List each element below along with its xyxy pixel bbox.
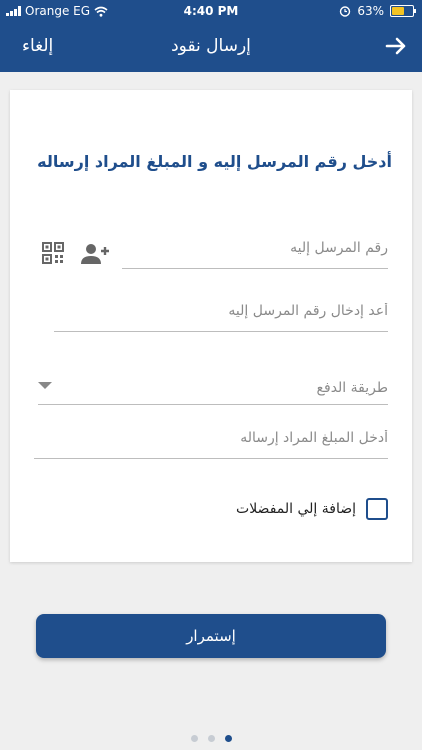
page-indicator: [0, 735, 422, 742]
status-bar: Orange EG 4:40 PM 63%: [0, 0, 422, 22]
dropdown-arrow-icon: [38, 382, 52, 389]
favorite-checkbox[interactable]: [366, 498, 388, 520]
alarm-icon: [340, 6, 351, 17]
confirm-number-input[interactable]: [54, 303, 388, 319]
favorite-label: إضافة إلي المفضلات: [236, 501, 356, 517]
page-dot: [224, 735, 232, 742]
arrow-right-icon[interactable]: [382, 32, 410, 60]
app-bar: إلغاء إرسال نقود: [0, 22, 422, 72]
transfer-form-card: أدخل رقم المرسل إليه و المبلغ المراد إرس…: [10, 90, 412, 562]
battery-percent: 63%: [357, 4, 384, 18]
page-dot: [190, 735, 198, 742]
status-right-group: 63%: [339, 4, 416, 18]
form-heading: أدخل رقم المرسل إليه و المبلغ المراد إرس…: [37, 152, 392, 171]
battery-icon: [390, 5, 416, 17]
battery-fill: [392, 7, 404, 15]
payment-method-select[interactable]: طريقة الدفع: [38, 376, 388, 405]
amount-input[interactable]: [34, 430, 388, 446]
add-contact-icon[interactable]: [80, 242, 110, 266]
recipient-number-input[interactable]: [122, 240, 388, 256]
continue-button[interactable]: إستمرار: [36, 614, 386, 658]
page-title: إرسال نقود: [171, 36, 251, 56]
payment-method-label: طريقة الدفع: [316, 380, 388, 396]
qr-code-icon[interactable]: [42, 242, 64, 264]
favorite-row: إضافة إلي المفضلات: [236, 498, 388, 520]
amount-field: [34, 430, 388, 459]
recipient-number-field: [122, 240, 388, 269]
page-dot: [207, 735, 215, 742]
confirm-number-field: [54, 303, 388, 332]
